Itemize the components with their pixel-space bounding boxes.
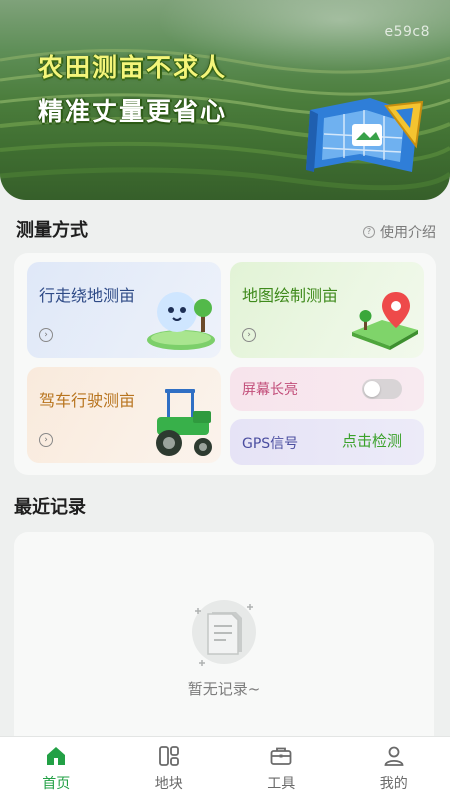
- usage-intro-label: 使用介绍: [380, 225, 436, 241]
- home-icon: [47, 747, 66, 765]
- nav-tools[interactable]: 工具: [225, 737, 338, 800]
- screen-always-on-toggle[interactable]: [362, 379, 402, 399]
- drive-measure-label: 驾车行驶测亩: [39, 391, 136, 410]
- gps-signal-card: GPS信号 点击检测: [230, 419, 424, 465]
- map-draw-measure-card[interactable]: 地图绘制测亩 ›: [230, 262, 424, 358]
- folded-map-ruler-icon: [306, 98, 424, 172]
- walk-measure-card[interactable]: 行走绕地测亩 ›: [27, 262, 221, 358]
- nav-profile-label: 我的: [379, 776, 408, 792]
- usage-intro-link[interactable]: ? 使用介绍: [363, 222, 436, 242]
- nav-plots[interactable]: 地块: [113, 737, 226, 800]
- gps-check-button[interactable]: 点击检测: [342, 430, 402, 451]
- nav-profile[interactable]: 我的: [338, 737, 450, 800]
- toolbox-icon: [270, 747, 292, 765]
- map-pin-field-icon: [352, 292, 418, 350]
- arrow-right-icon: ›: [39, 433, 53, 447]
- measure-methods-panel: 行走绕地测亩 › 地图绘制测亩 › 驾车行驶测亩 › 屏幕长亮 GPS信号 点击…: [14, 253, 436, 475]
- gps-signal-label: GPS信号: [242, 436, 299, 452]
- nav-tools-label: 工具: [267, 776, 296, 792]
- empty-document-icon: [192, 600, 256, 666]
- recent-section-title: 最近记录: [14, 497, 86, 518]
- arrow-right-icon: ›: [242, 328, 256, 342]
- profile-icon: [384, 746, 404, 766]
- screen-always-on-card: 屏幕长亮: [230, 367, 424, 411]
- screen-always-on-label: 屏幕长亮: [242, 382, 298, 398]
- empty-records-text: 暂无记录~: [187, 680, 261, 698]
- measure-section-title: 测量方式: [16, 220, 88, 241]
- arrow-right-icon: ›: [39, 328, 53, 342]
- banner-watermark: e59c8: [384, 24, 430, 40]
- hero-banner[interactable]: e59c8 农田测亩不求人 精准丈量更省心: [0, 0, 450, 200]
- tractor-icon: [156, 389, 212, 456]
- nav-home-label: 首页: [42, 776, 71, 792]
- drive-measure-card[interactable]: 驾车行驶测亩 ›: [27, 367, 221, 463]
- nav-home[interactable]: 首页: [0, 737, 113, 800]
- banner-slogan-line2: 精准丈量更省心: [38, 97, 228, 126]
- plots-icon: [158, 746, 179, 766]
- bottom-navigation: 首页 地块 工具 我的: [0, 736, 450, 800]
- banner-slogan-line1: 农田测亩不求人: [38, 53, 228, 82]
- map-draw-measure-label: 地图绘制测亩: [242, 286, 339, 305]
- mascot-on-field-icon: [147, 292, 215, 350]
- question-icon: ?: [363, 226, 375, 238]
- nav-plots-label: 地块: [154, 776, 183, 792]
- recent-records-panel: 暂无记录~: [14, 532, 434, 762]
- walk-measure-label: 行走绕地测亩: [39, 286, 136, 305]
